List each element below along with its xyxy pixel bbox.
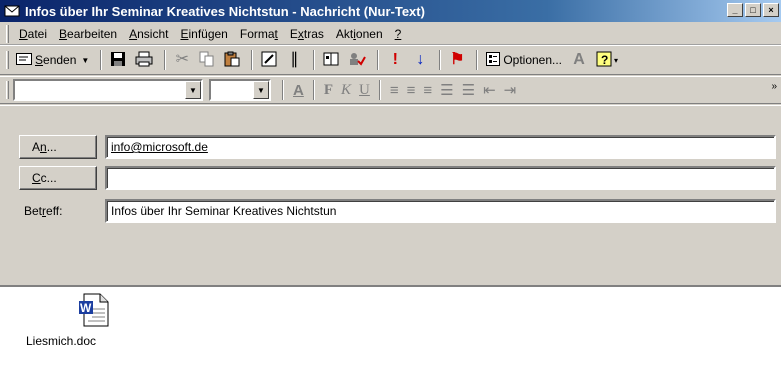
- message-header: An... info@microsoft.de Cc... Betreff: I…: [0, 105, 781, 285]
- bullets-icon[interactable]: ☰: [440, 81, 453, 99]
- options-icon: [486, 51, 501, 69]
- to-recipient[interactable]: info@microsoft.de: [111, 140, 208, 154]
- toolbar-separator: [100, 50, 103, 70]
- copy-button[interactable]: [196, 49, 218, 71]
- chevron-down-icon[interactable]: ▼: [253, 81, 269, 99]
- send-button[interactable]: Senden ▼: [13, 49, 92, 71]
- toolbar-separator: [312, 80, 315, 100]
- toolbar-overflow-icon[interactable]: »: [771, 81, 777, 92]
- save-button[interactable]: [107, 49, 129, 71]
- flag-icon: ⚑: [450, 51, 465, 68]
- title-bar: Infos über Ihr Seminar Kreatives Nichtst…: [0, 0, 781, 22]
- svg-text:W: W: [80, 301, 92, 315]
- standard-toolbar: Senden ▼ ✂ ∥ ! ↓ ⚑ Optionen... A ? ▾: [0, 45, 781, 75]
- close-button[interactable]: ×: [763, 3, 779, 17]
- svg-text:?: ?: [601, 53, 608, 67]
- high-importance-button[interactable]: !: [384, 49, 406, 71]
- font-name-select[interactable]: ▼: [13, 79, 203, 101]
- save-icon: [110, 51, 126, 70]
- print-icon: [135, 51, 153, 70]
- word-document-icon: W: [52, 293, 136, 330]
- toolbar-separator: [313, 50, 316, 70]
- minimize-button[interactable]: _: [727, 3, 743, 17]
- address-book-button[interactable]: [320, 49, 342, 71]
- menu-einfuegen[interactable]: Einfügen: [174, 25, 233, 43]
- attach-file-icon: [261, 51, 277, 70]
- to-button[interactable]: An...: [19, 135, 97, 159]
- options-label: Optionen...: [503, 53, 563, 67]
- menu-bar: Datei Bearbeiten Ansicht Einfügen Format…: [0, 23, 781, 45]
- toolbar-separator: [439, 50, 442, 70]
- toolbar-separator: [377, 50, 380, 70]
- to-field[interactable]: info@microsoft.de: [105, 135, 776, 159]
- send-icon: [16, 52, 32, 68]
- toolbar-separator: [476, 50, 479, 70]
- maximize-button[interactable]: □: [745, 3, 761, 17]
- align-left-icon[interactable]: ≡: [390, 82, 399, 99]
- help-icon: ?: [596, 51, 612, 70]
- high-importance-icon: !: [392, 51, 398, 68]
- options-button[interactable]: Optionen...: [483, 49, 565, 71]
- menubar-grip[interactable]: [6, 24, 9, 43]
- font-size-select[interactable]: ▼: [209, 79, 271, 101]
- address-book-icon: [323, 51, 339, 70]
- cut-button[interactable]: ✂: [171, 49, 193, 71]
- toolbar-grip[interactable]: [6, 51, 9, 69]
- align-center-icon[interactable]: ≡: [407, 82, 416, 99]
- underline-icon[interactable]: U: [359, 82, 370, 99]
- subject-field[interactable]: Infos über Ihr Seminar Kreatives Nichtst…: [105, 199, 776, 223]
- menu-bearbeiten[interactable]: Bearbeiten: [53, 25, 123, 43]
- toolbar-grip[interactable]: [6, 81, 9, 99]
- italic-icon[interactable]: K: [341, 82, 351, 99]
- copy-icon: [199, 51, 215, 70]
- help-button[interactable]: ? ▾: [593, 49, 621, 71]
- check-names-button[interactable]: [345, 49, 369, 71]
- font-size-icon: A: [573, 51, 585, 68]
- menu-aktionen[interactable]: Aktionen: [330, 25, 389, 43]
- increase-indent-icon[interactable]: ⇥: [504, 81, 517, 99]
- toolbar-separator: [282, 80, 284, 100]
- numbering-icon[interactable]: ☰: [462, 81, 475, 99]
- toolbar-separator: [164, 50, 167, 70]
- window-title: Infos über Ihr Seminar Kreatives Nichtst…: [25, 3, 425, 19]
- bold-icon[interactable]: F: [324, 82, 333, 99]
- paste-icon: [224, 51, 240, 70]
- help-dropdown-icon[interactable]: ▾: [614, 56, 618, 65]
- font-size-button[interactable]: A: [568, 49, 590, 71]
- subject-label: Betreff:: [24, 204, 63, 218]
- send-dropdown-icon[interactable]: ▼: [81, 56, 89, 65]
- decrease-indent-icon[interactable]: ⇤: [483, 81, 496, 99]
- menu-format[interactable]: Format: [234, 25, 284, 43]
- menu-ansicht[interactable]: Ansicht: [123, 25, 174, 43]
- print-button[interactable]: [132, 49, 156, 71]
- chevron-down-icon[interactable]: ▼: [185, 81, 201, 99]
- menu-datei[interactable]: Datei: [13, 25, 53, 43]
- flag-button[interactable]: ⚑: [446, 49, 468, 71]
- insert-file-button[interactable]: [258, 49, 280, 71]
- align-right-icon[interactable]: ≡: [423, 82, 432, 99]
- message-body[interactable]: W Liesmich.doc: [0, 285, 781, 378]
- subject-value: Infos über Ihr Seminar Kreatives Nichtst…: [111, 204, 337, 218]
- check-names-icon: [348, 51, 367, 70]
- attachment-name: Liesmich.doc: [26, 334, 97, 348]
- paperclip-icon: ∥: [290, 51, 299, 68]
- paste-button[interactable]: [221, 49, 243, 71]
- formatting-toolbar: ▼ ▼ A F K U ≡ ≡ ≡ ☰ ☰ ⇤ ⇥ »: [0, 76, 781, 104]
- insert-attachment-button[interactable]: ∥: [283, 49, 305, 71]
- attachment-item[interactable]: W Liesmich.doc: [26, 293, 136, 348]
- font-color-icon[interactable]: A: [293, 82, 304, 99]
- menu-extras[interactable]: Extras: [284, 25, 330, 43]
- cc-button[interactable]: Cc...: [19, 166, 97, 190]
- envelope-icon: [4, 4, 20, 18]
- low-importance-icon: ↓: [416, 51, 425, 68]
- cut-icon: ✂: [175, 51, 190, 68]
- toolbar-separator: [251, 50, 254, 70]
- low-importance-button[interactable]: ↓: [409, 49, 431, 71]
- cc-field[interactable]: [105, 166, 776, 190]
- menu-help[interactable]: ?: [389, 25, 408, 43]
- toolbar-separator: [378, 80, 381, 100]
